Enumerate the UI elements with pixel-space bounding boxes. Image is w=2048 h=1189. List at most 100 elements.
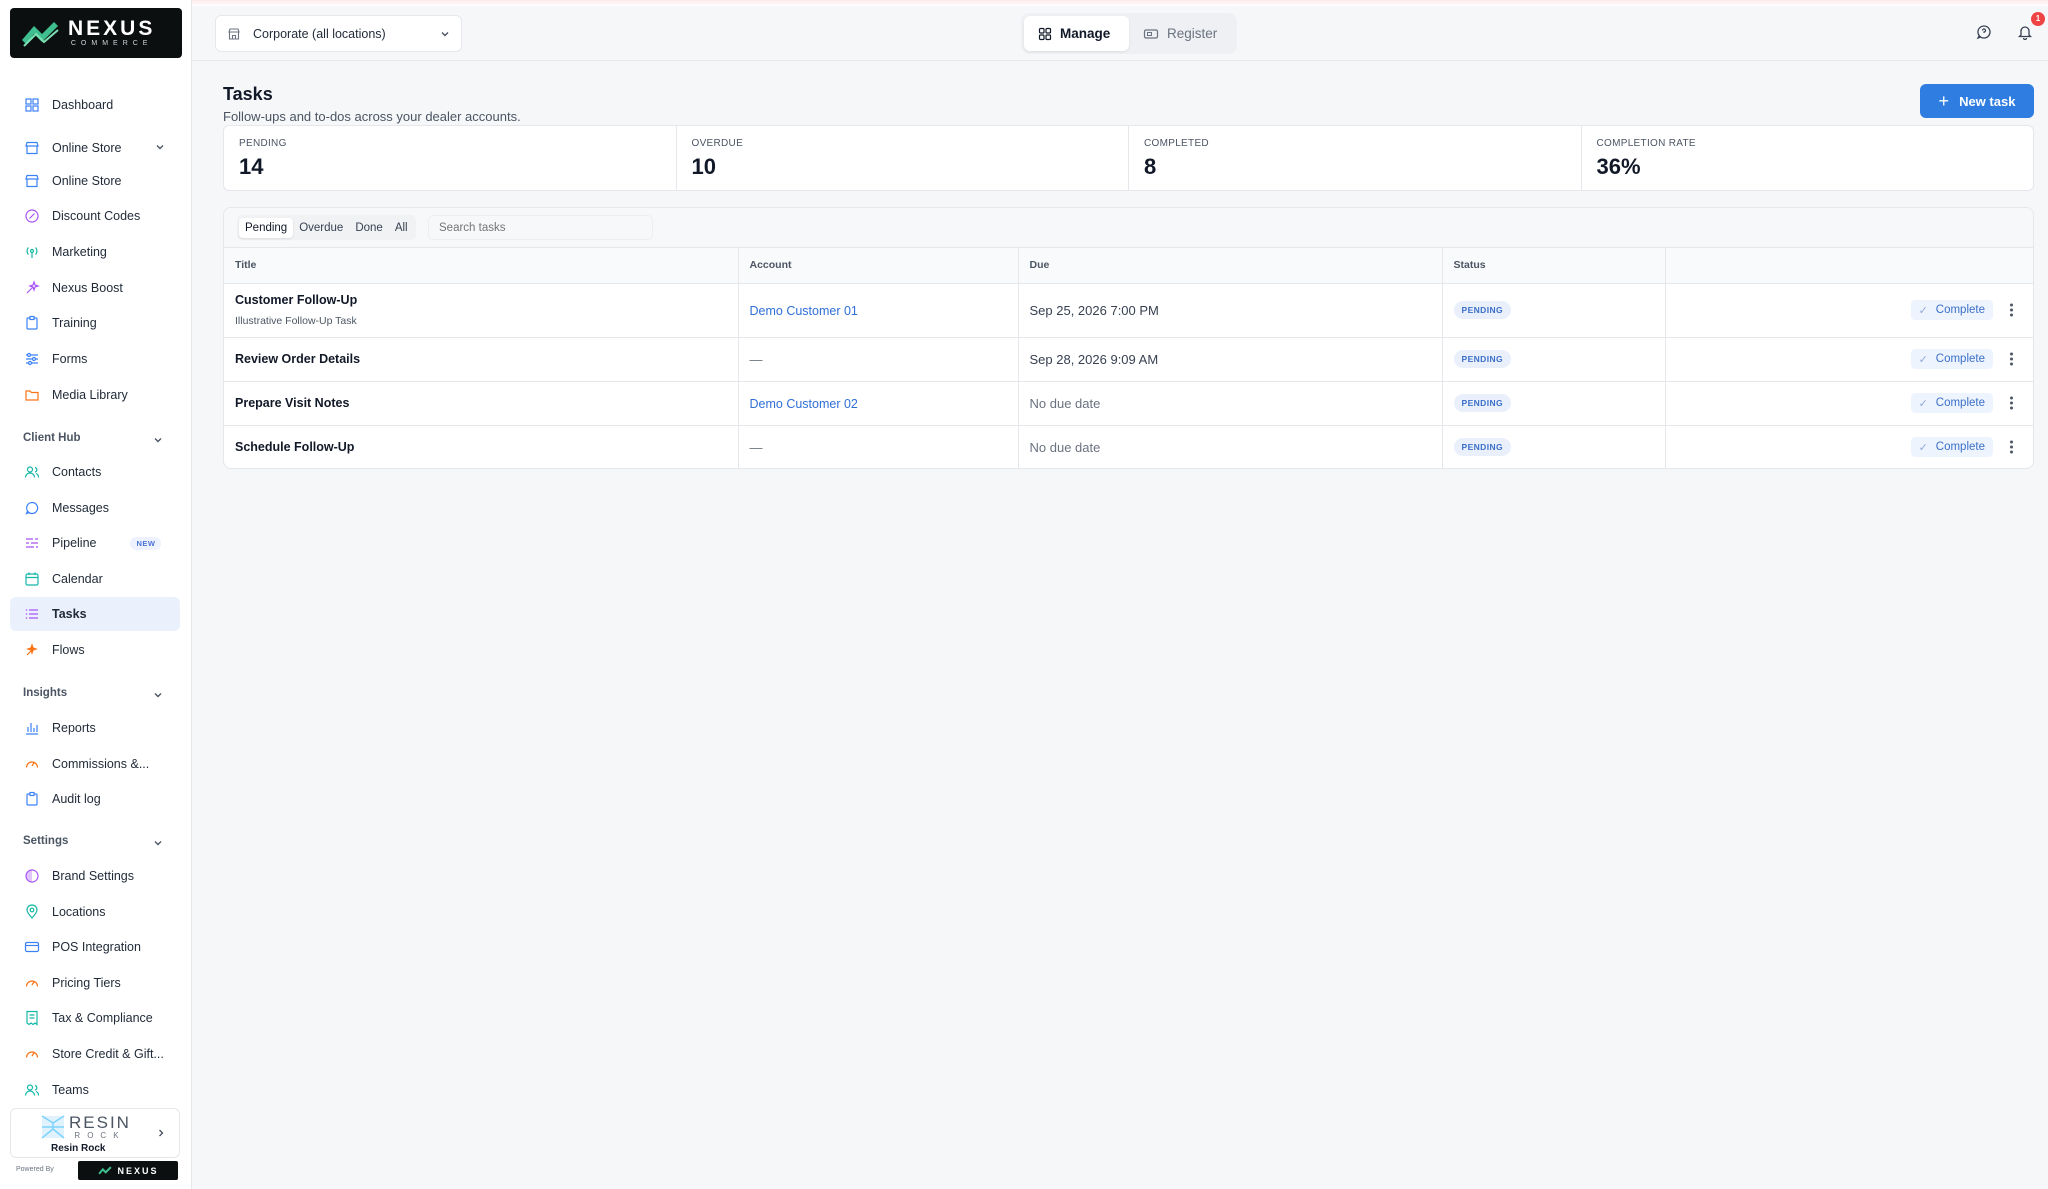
register-mode-button[interactable]: Register bbox=[1129, 16, 1231, 51]
sidebar-item-marketing[interactable]: Marketing bbox=[10, 235, 180, 269]
section-client-hub[interactable]: Client Hub bbox=[23, 432, 81, 444]
help-chat-icon[interactable] bbox=[1976, 24, 1992, 40]
sidebar-item-label: Contacts bbox=[52, 465, 102, 479]
stats-bar: PENDING 14 OVERDUE 10 COMPLETED 8 COMPLE… bbox=[223, 125, 2034, 191]
sliders-icon bbox=[24, 351, 40, 367]
chevron-down-icon[interactable] bbox=[152, 689, 164, 701]
chevron-down-icon[interactable] bbox=[152, 434, 164, 446]
sidebar-item-commissions[interactable]: Commissions &... bbox=[10, 747, 180, 781]
powered-logo-text: NEXUS bbox=[117, 1165, 159, 1176]
stat-value: 10 bbox=[691, 154, 716, 179]
sidebar-item-media-library[interactable]: Media Library bbox=[10, 378, 180, 412]
chat-icon bbox=[24, 500, 40, 516]
sidebar-item-pos-integration[interactable]: POS Integration bbox=[10, 930, 180, 964]
complete-button[interactable]: ✓ Complete bbox=[1910, 300, 1993, 320]
sidebar-item-store-credit-gift[interactable]: Store Credit & Gift... bbox=[10, 1037, 180, 1071]
app-logo[interactable]: NEXUS COMMERCE bbox=[10, 8, 182, 58]
chevron-down-icon[interactable] bbox=[152, 837, 164, 849]
sidebar-item-training[interactable]: Training bbox=[10, 306, 180, 340]
sidebar-item-online-store[interactable]: Online Store bbox=[10, 131, 180, 165]
sidebar-item-dashboard[interactable]: Dashboard bbox=[10, 88, 180, 122]
sidebar-item-label: Pricing Tiers bbox=[52, 975, 121, 990]
logo-sub-text: COMMERCE bbox=[70, 40, 153, 47]
tab-overdue[interactable]: Overdue bbox=[293, 218, 349, 238]
status-badge: PENDING bbox=[1453, 350, 1512, 368]
more-options-icon[interactable] bbox=[2010, 396, 2013, 411]
gauge-icon bbox=[24, 756, 40, 772]
sidebar-item-teams[interactable]: Teams bbox=[10, 1073, 180, 1107]
tab-pending[interactable]: Pending bbox=[239, 217, 294, 238]
table-row[interactable]: Customer Follow-Up Illustrative Follow-Up… bbox=[224, 283, 2033, 338]
complete-button[interactable]: ✓ Complete bbox=[1910, 393, 1993, 413]
tasks-card: Pending Overdue Done All Title Account D… bbox=[223, 207, 2034, 469]
task-title[interactable]: Review Order Details bbox=[235, 352, 738, 366]
sidebar-item-audit-log[interactable]: Audit log bbox=[10, 782, 180, 816]
chevron-down-icon[interactable] bbox=[154, 141, 166, 153]
bell-icon[interactable] bbox=[2017, 24, 2033, 40]
search-input[interactable] bbox=[428, 215, 653, 240]
sidebar-item-contacts[interactable]: Contacts bbox=[10, 455, 180, 489]
new-task-button[interactable]: + New task bbox=[1920, 84, 2034, 118]
check-icon: ✓ bbox=[1918, 397, 1928, 410]
location-select[interactable]: Corporate (all locations) bbox=[215, 15, 462, 52]
tab-all[interactable]: All bbox=[389, 218, 414, 238]
sidebar-item-nexus-boost[interactable]: Nexus Boost bbox=[10, 271, 180, 305]
column-header-account[interactable]: Account bbox=[738, 248, 1019, 284]
account-empty: — bbox=[749, 439, 763, 455]
sidebar-item-forms[interactable]: Forms bbox=[10, 342, 180, 376]
table-row[interactable]: Prepare Visit Notes Demo Customer 02 No … bbox=[224, 381, 2033, 426]
powered-by-logo: NEXUS bbox=[78, 1161, 178, 1180]
column-header-title[interactable]: Title bbox=[224, 248, 739, 284]
sidebar-item-brand-settings[interactable]: Brand Settings bbox=[10, 859, 180, 893]
card-icon bbox=[24, 939, 40, 955]
sidebar-item-label: Teams bbox=[52, 1082, 89, 1097]
clipboard-icon bbox=[24, 791, 40, 807]
grid-icon bbox=[24, 97, 40, 113]
table-row[interactable]: Review Order Details — Sep 28, 2026 9:09… bbox=[224, 337, 2033, 382]
tab-done[interactable]: Done bbox=[349, 218, 389, 238]
sidebar-item-tax-compliance[interactable]: Tax & Compliance bbox=[10, 1001, 180, 1035]
complete-button[interactable]: ✓ Complete bbox=[1910, 349, 1993, 369]
top-accent-line bbox=[192, 0, 2048, 6]
sidebar-item-discount-codes[interactable]: Discount Codes bbox=[10, 199, 180, 233]
sidebar-item-messages[interactable]: Messages bbox=[10, 491, 180, 525]
grid-icon bbox=[1038, 27, 1052, 41]
table-row[interactable]: Schedule Follow-Up — No due date PENDING… bbox=[224, 425, 2033, 468]
sidebar-item-tasks[interactable]: Tasks bbox=[10, 597, 180, 632]
sidebar-item-online-store[interactable]: Online Store bbox=[10, 164, 180, 198]
more-options-icon[interactable] bbox=[2010, 352, 2013, 367]
more-options-icon[interactable] bbox=[2010, 303, 2013, 318]
more-options-icon[interactable] bbox=[2010, 440, 2013, 455]
sidebar-item-flows[interactable]: Flows bbox=[10, 633, 180, 667]
brand-switcher[interactable]: RESIN ROCK Resin Rock bbox=[10, 1108, 180, 1158]
task-title[interactable]: Customer Follow-Up bbox=[235, 293, 738, 307]
check-icon: ✓ bbox=[1918, 304, 1928, 317]
section-insights[interactable]: Insights bbox=[23, 687, 67, 699]
sidebar-item-calendar[interactable]: Calendar bbox=[10, 562, 180, 596]
sidebar-item-label: Flows bbox=[52, 643, 85, 657]
palette-icon bbox=[24, 868, 40, 884]
account-link[interactable]: Demo Customer 02 bbox=[750, 397, 858, 411]
brand-logo-sub: ROCK bbox=[74, 1131, 126, 1140]
sidebar-item-reports[interactable]: Reports bbox=[10, 711, 180, 745]
sidebar-item-locations[interactable]: Locations bbox=[10, 895, 180, 929]
filter-bar: Pending Overdue Done All bbox=[224, 208, 2033, 248]
section-settings[interactable]: Settings bbox=[23, 835, 68, 847]
task-title[interactable]: Prepare Visit Notes bbox=[235, 396, 738, 410]
sidebar-item-pricing-tiers[interactable]: Pricing Tiers bbox=[10, 966, 180, 1000]
sidebar-item-label: Pipeline bbox=[52, 536, 97, 551]
register-mode-label: Register bbox=[1167, 26, 1218, 41]
flow-icon bbox=[24, 642, 40, 658]
complete-button[interactable]: ✓ Complete bbox=[1910, 437, 1993, 458]
complete-label: Complete bbox=[1935, 304, 1985, 316]
receipt-icon bbox=[24, 1010, 40, 1027]
store-icon bbox=[24, 173, 40, 189]
task-title[interactable]: Schedule Follow-Up bbox=[235, 440, 738, 454]
sidebar-item-pipeline[interactable]: Pipeline NEW bbox=[10, 526, 180, 560]
sidebar-item-label: Marketing bbox=[52, 245, 107, 259]
manage-mode-button[interactable]: Manage bbox=[1024, 16, 1129, 51]
account-link[interactable]: Demo Customer 01 bbox=[750, 304, 858, 318]
column-header-due[interactable]: Due bbox=[1018, 248, 1443, 284]
column-header-status[interactable]: Status bbox=[1442, 248, 1666, 284]
stat-label: PENDING bbox=[239, 138, 287, 149]
